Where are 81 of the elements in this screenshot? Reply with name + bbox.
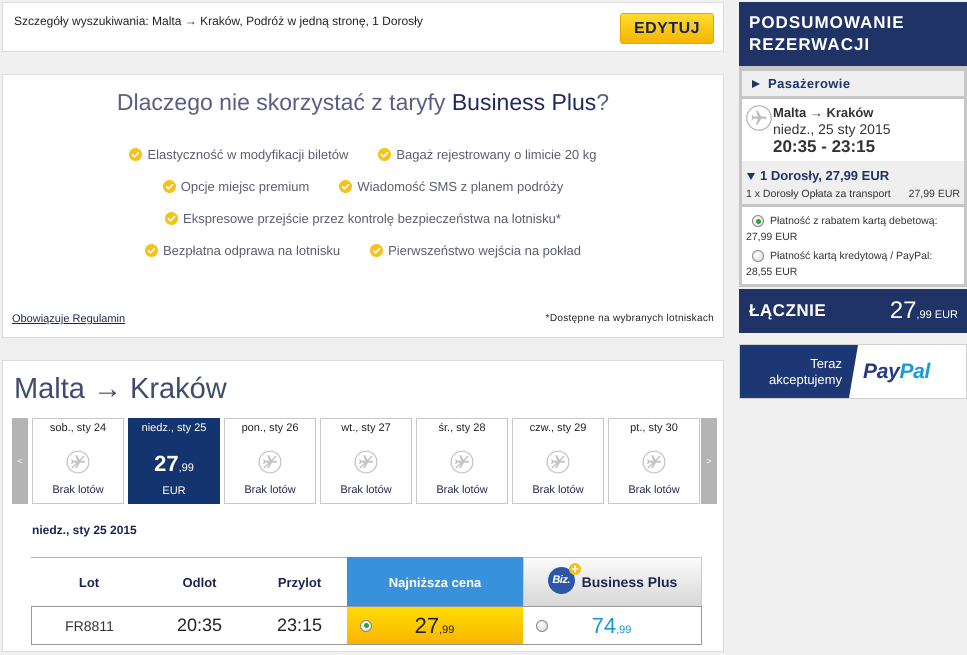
fare-price: 27,99 (414, 612, 456, 638)
flight-times: 20:35 - 23:15 (773, 137, 876, 157)
plane-icon (746, 105, 772, 131)
feature-text: Pierwszeństwo wejścia na pokład (388, 242, 581, 258)
radio-button[interactable] (752, 215, 764, 227)
date-label: śr., sty 28 (438, 421, 486, 435)
check-icon (162, 180, 176, 192)
footnote-text: *Dostępne na wybranych lotniskach (546, 312, 714, 326)
search-summary-text: Szczegóły wyszukiwania: Malta → Kraków, Podróż w jedną stronę, 1 Dorosły (14, 14, 423, 28)
no-flights-plane-icon (546, 450, 570, 474)
no-flights-text: Brak lotów (340, 483, 392, 497)
currency-text: EUR (162, 484, 186, 498)
no-flights-text: Brak lotów (244, 483, 296, 497)
payment-label: Płatność z rabatem kartą debetową: (770, 215, 938, 227)
column-header: Odlot (147, 557, 252, 606)
summary-title: PODSUMOWANIE REZERWACJI (749, 12, 906, 56)
radio-button[interactable] (752, 250, 764, 262)
feature-text: Bezpłatna odprawa na lotnisku (163, 242, 340, 258)
route-text: Malta → Kraków (773, 105, 874, 121)
fare-label: Najniższa cena (388, 574, 482, 590)
no-flights-plane-icon (66, 450, 90, 474)
fare-label: Business Plus (582, 574, 678, 590)
date-label: pt., sty 30 (630, 421, 678, 435)
date-card[interactable]: wt., sty 27 Brak lotów (320, 418, 412, 504)
check-icon (370, 244, 384, 256)
check-icon (145, 244, 158, 256)
date-label: czw., sty 29 (530, 421, 586, 435)
payment-amount: 27,99 EUR (746, 230, 798, 245)
no-flights-text: Brak lotów (436, 483, 488, 497)
total-price: 27,99 EUR (890, 297, 958, 325)
banner-text: Teraz akceptujemy (768, 356, 842, 388)
check-icon (129, 148, 142, 160)
fare-group-toggle[interactable]: 1 Dorosły, 27,99 EUR (746, 168, 960, 184)
feature-text: Elastyczność w modyfikacji biletów (147, 146, 348, 162)
radio-button[interactable] (536, 620, 548, 632)
route-title: Malta → Kraków (14, 372, 227, 407)
date-card[interactable]: pt., sty 30 Brak lotów (608, 418, 700, 504)
terms-link[interactable]: Obowiązuje Regulamin (12, 312, 126, 326)
date-label: wt., sty 27 (341, 421, 391, 435)
fare-line-text: 1 x Dorosły Opłata za transport (746, 187, 891, 201)
day-price: 27,99 (154, 451, 194, 478)
biz-badge: Biz. (548, 566, 575, 594)
date-card[interactable]: śr., sty 28 Brak lotów (416, 418, 508, 504)
promo-title: Dlaczego nie skorzystać z taryfy Business Plus? (116, 88, 610, 117)
feature-text: Wiadomość SMS z planem podróży (357, 178, 564, 194)
date-label: sob., sty 24 (50, 421, 106, 435)
paypal-logo: PayPal (863, 360, 930, 384)
date-label: niedz., sty 25 (142, 421, 206, 435)
fare-line-amount: 27,99 EUR (908, 187, 960, 201)
date-card[interactable]: czw., sty 29 Brak lotów (512, 418, 604, 504)
departure-time-cell: 20:35 (147, 606, 252, 645)
date-heading: niedz., sty 25 2015 (32, 523, 137, 537)
plus-icon (568, 562, 581, 574)
date-card[interactable]: pon., sty 26 Brak lotów (224, 418, 316, 504)
no-flights-plane-icon (258, 450, 282, 474)
check-icon (165, 212, 178, 224)
passengers-toggle[interactable]: Pasażerowie (742, 71, 964, 96)
payment-amount: 28,55 EUR (746, 265, 798, 280)
no-flights-text: Brak lotów (52, 483, 104, 497)
check-icon (339, 180, 352, 192)
flight-number-cell: FR8811 (31, 606, 147, 645)
flight-date: niedz., 25 sty 2015 (773, 121, 891, 137)
column-header: Lot (31, 557, 147, 606)
no-flights-plane-icon (354, 450, 378, 474)
fare-header[interactable]: Biz. Business Plus (523, 557, 702, 606)
date-card[interactable]: niedz., sty 25 27,99 EUR (128, 418, 220, 504)
no-flights-text: Brak lotów (628, 483, 680, 497)
payment-label: Płatność kartą kredytową / PayPal: (770, 250, 932, 262)
total-label: ŁĄCZNIE (749, 301, 826, 321)
feature-text: Bagaż rejestrowany o limicie 20 kg (396, 146, 596, 162)
date-card[interactable]: sob., sty 24 Brak lotów (32, 418, 124, 504)
no-flights-text: Brak lotów (532, 483, 584, 497)
no-flights-plane-icon (642, 450, 666, 474)
date-label: pon., sty 26 (242, 421, 298, 435)
feature-text: Ekspresowe przejście przez kontrolę bezpieczeństwa na lotnisku* (183, 210, 561, 226)
fare-price: 74,99 (590, 612, 632, 638)
radio-button[interactable] (360, 620, 372, 632)
feature-text: Opcje miejsc premium (180, 178, 310, 194)
no-flights-plane-icon (450, 450, 474, 474)
check-icon (378, 148, 392, 160)
edit-button[interactable]: EDYTUJ (620, 13, 714, 44)
